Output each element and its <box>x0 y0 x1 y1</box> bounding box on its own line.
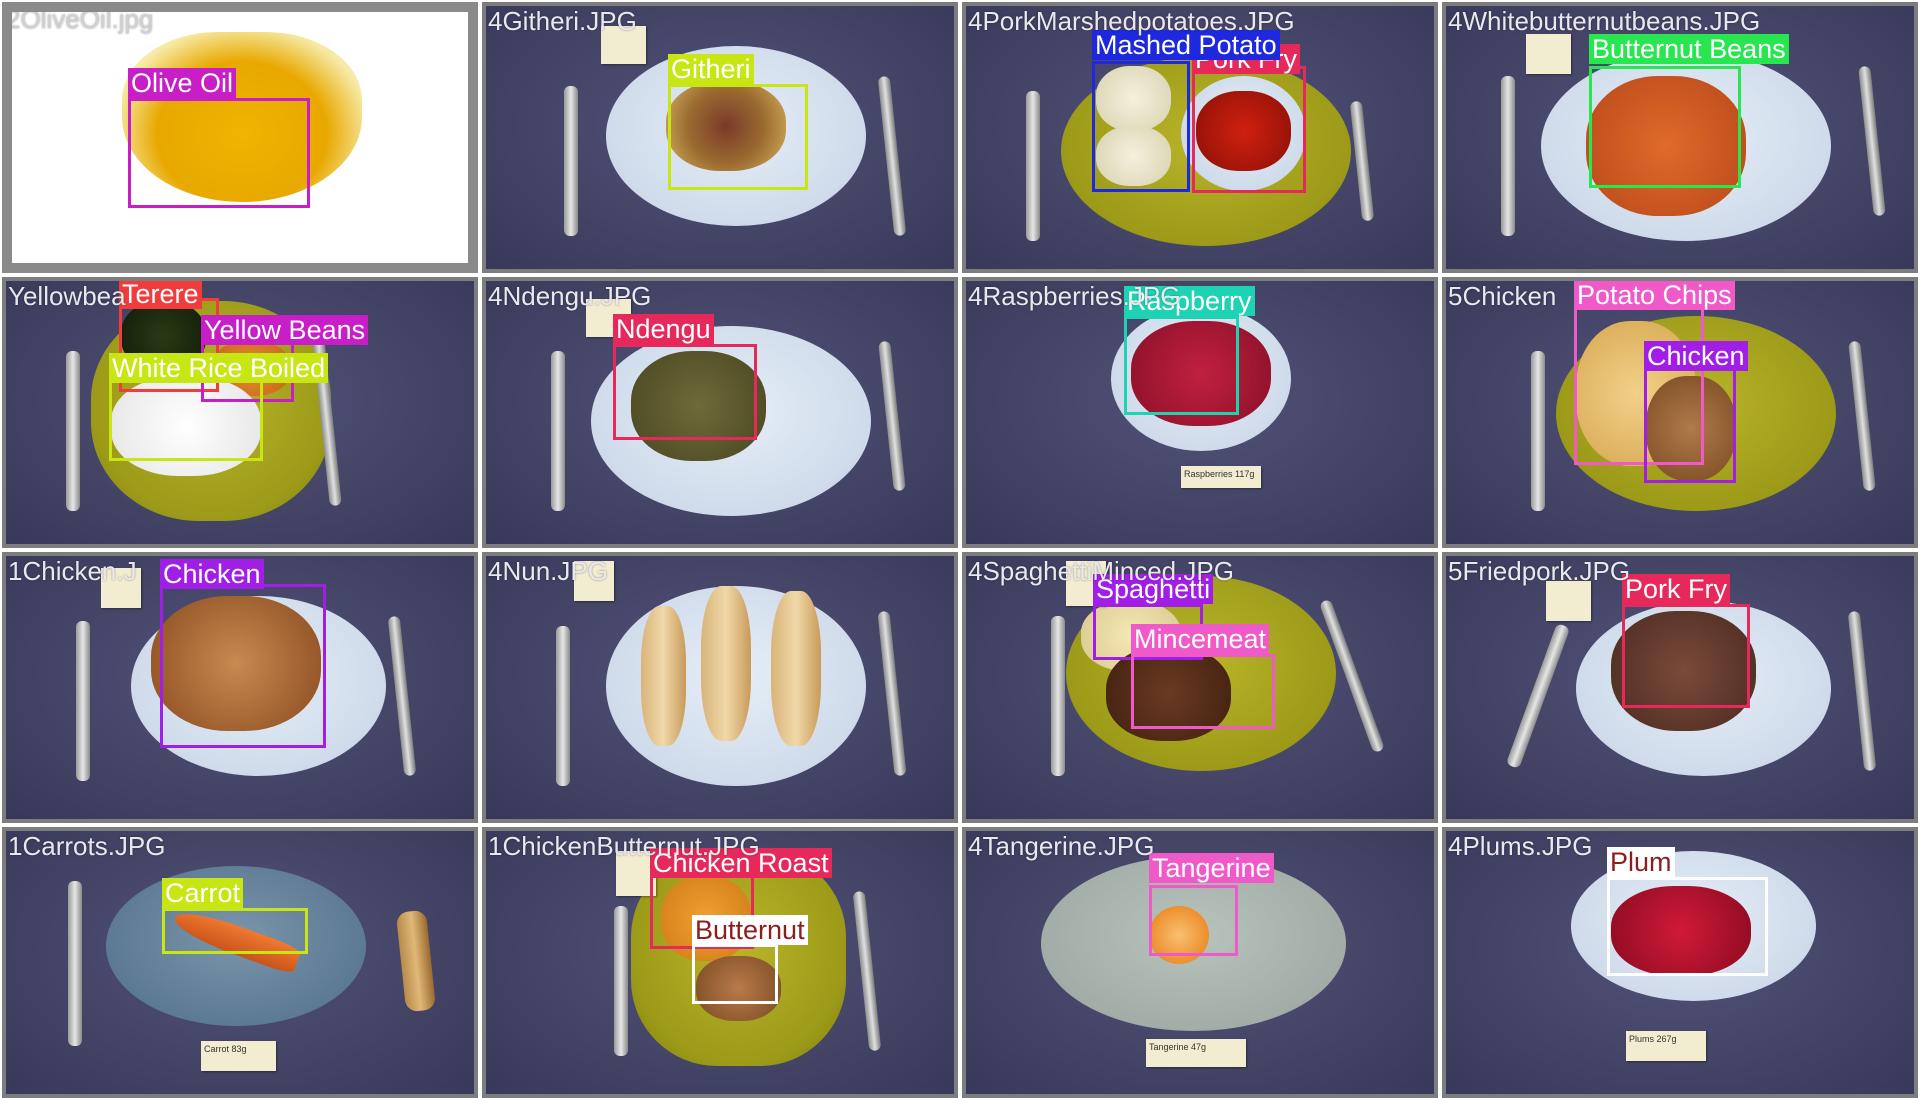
bbox-carrot <box>162 908 308 954</box>
tile-tangerine: Tangerine 47g 4Tangerine.JPG Tangerine <box>962 827 1438 1098</box>
fork <box>1051 616 1065 776</box>
bbox-chicken <box>160 584 326 748</box>
label-plum: Plum <box>1607 847 1675 877</box>
label-ndengu: Ndengu <box>613 314 714 344</box>
tile-filename: 4Whitebutternutbeans.JPG <box>1448 6 1761 36</box>
bbox-butternut <box>692 944 778 1004</box>
knife <box>1349 100 1375 222</box>
weight-note <box>1526 34 1571 74</box>
knife <box>878 340 906 492</box>
tile-filename: Yellowbea <box>8 281 126 311</box>
label-terere: Terere <box>119 281 202 309</box>
bbox-mashed-potato <box>1092 61 1190 192</box>
fork <box>556 626 570 786</box>
bbox-tangerine <box>1149 885 1238 956</box>
knife <box>1858 65 1886 217</box>
bbox-pork-fry <box>1192 66 1306 193</box>
fork <box>1531 351 1545 511</box>
tile-spaghetti-mince: 4SpaghettiMinced.JPG Mincemeat Spaghetti <box>962 552 1438 823</box>
roll-food-2 <box>701 586 751 741</box>
bbox-white-rice <box>109 375 263 461</box>
weight-note: Raspberries 117g <box>1181 466 1261 488</box>
label-carrot: Carrot <box>162 878 244 908</box>
tile-carrot: Carrot 83g 1Carrots.JPG Carrot <box>2 827 478 1098</box>
fork <box>551 351 565 511</box>
label-butternut: Butternut <box>692 915 808 945</box>
tile-filename: 4Nun.JPG <box>488 556 608 586</box>
knife <box>877 75 907 237</box>
label-pork-fry: Pork Fry <box>1622 574 1731 604</box>
knife <box>852 890 882 1052</box>
label-white-rice: White Rice Boiled <box>109 353 329 383</box>
tile-filename: 4PorkMarshedpotatoes.JPG <box>968 6 1295 36</box>
bbox-pork-fry <box>1622 604 1750 708</box>
tile-filename: 1ChickenButternut.JPG <box>488 831 760 861</box>
tile-chicken: 1Chicken.J Chicken <box>2 552 478 823</box>
tile-chicken-butternut: 1ChickenButternut.JPG Chicken Roast Butt… <box>482 827 958 1098</box>
tile-plums: Plums 267g 4Plums.JPG Plum <box>1442 827 1918 1098</box>
label-butternut-beans: Butternut Beans <box>1589 34 1789 64</box>
fork <box>564 86 578 236</box>
bbox-ndengu <box>613 344 757 440</box>
tile-filename: 1Carrots.JPG <box>8 831 166 861</box>
tile-raspberries: Raspberries 117g 4Raspberries.JPG Raspbe… <box>962 277 1438 548</box>
tile-nun: 4Nun.JPG <box>482 552 958 823</box>
image-grid: 2OliveOil.jpg Olive Oil 4Githeri.JPG Git… <box>0 0 1920 1100</box>
tile-filename: 5Friedpork.JPG <box>1448 556 1631 586</box>
tile-filename: 1Chicken.J <box>8 556 137 586</box>
fork <box>614 906 628 1056</box>
roll-food-3 <box>771 591 821 746</box>
weight-note: Carrot 83g <box>201 1041 276 1071</box>
fork <box>1505 623 1571 769</box>
tile-rice-beans-terere: Yellowbea White Rice Boiled Terere Yello… <box>2 277 478 548</box>
tile-filename: 2OliveOil.jpg <box>6 4 154 34</box>
weight-note <box>1546 581 1591 621</box>
label-mincemeat: Mincemeat <box>1131 624 1270 654</box>
tile-filename: 4Tangerine.JPG <box>968 831 1155 861</box>
tile-fried-pork: 5Friedpork.JPG Pork Fry <box>1442 552 1918 823</box>
fork <box>1501 76 1515 236</box>
label-chicken: Chicken <box>1644 341 1748 371</box>
label-githeri: Githeri <box>668 54 754 84</box>
label-potato-chips: Potato Chips <box>1574 281 1735 310</box>
tile-filename: 4Ndengu.JPG <box>488 281 652 311</box>
fork <box>1026 91 1040 241</box>
bbox-chicken <box>1644 365 1736 483</box>
tile-filename: 4Raspberries.JPG <box>968 281 1181 311</box>
knife <box>877 610 907 777</box>
tile-filename: 4Plums.JPG <box>1448 831 1593 861</box>
roll-food-1 <box>641 606 686 746</box>
label-olive-oil: Olive Oil <box>128 68 237 98</box>
knife-handle <box>395 909 437 1013</box>
bbox-raspberry <box>1124 316 1239 415</box>
bbox-mincemeat <box>1131 654 1275 729</box>
knife <box>387 615 417 777</box>
label-tangerine: Tangerine <box>1149 853 1274 883</box>
knife <box>1847 610 1877 772</box>
tile-chicken-chips: 5Chicken Potato Chips Chicken <box>1442 277 1918 548</box>
bbox-plum <box>1607 877 1768 976</box>
tile-butternut-beans: 4Whitebutternutbeans.JPG Butternut Beans <box>1442 2 1918 273</box>
knife <box>1848 340 1876 492</box>
fork <box>68 881 82 1046</box>
fork <box>66 351 80 511</box>
tile-githeri: 4Githeri.JPG Githeri <box>482 2 958 273</box>
tile-filename: 4Githeri.JPG <box>488 6 637 36</box>
tile-filename: 4SpaghettiMinced.JPG <box>968 556 1234 586</box>
label-chicken: Chicken <box>160 559 264 589</box>
bbox-githeri <box>668 84 808 190</box>
tile-pork-mashed: 4PorkMarshedpotatoes.JPG Pork Fry Mashed… <box>962 2 1438 273</box>
tile-ndengu: 4Ndengu.JPG Ndengu <box>482 277 958 548</box>
tile-olive-oil: 2OliveOil.jpg Olive Oil <box>2 2 478 273</box>
fork <box>76 621 90 781</box>
bbox-butternut-beans <box>1589 66 1741 188</box>
tile-filename: 5Chicken <box>1448 281 1557 311</box>
weight-note: Plums 267g <box>1626 1031 1706 1061</box>
label-yellow-beans: Yellow Beans <box>201 315 369 345</box>
bbox-olive-oil <box>128 98 310 208</box>
weight-note: Tangerine 47g <box>1146 1039 1246 1067</box>
